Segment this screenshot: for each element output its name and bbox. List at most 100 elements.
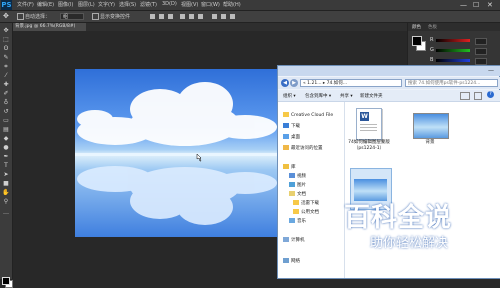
lasso-tool-icon[interactable]: ʘ <box>2 45 10 52</box>
libraries-icon <box>283 164 289 169</box>
image-file-thumbnail <box>354 179 387 201</box>
explorer-minimize-icon[interactable]: — <box>488 67 494 74</box>
menu-window[interactable]: 窗口(W) <box>201 1 220 8</box>
explorer-titlebar: — <box>278 66 500 76</box>
dodge-tool-icon[interactable]: ● <box>2 144 10 151</box>
quick-select-tool-icon[interactable]: ✎ <box>2 54 10 61</box>
tools-panel: ✥ ⬚ ʘ ✎ ⌗ ⁄ ✚ ✐ ♁ ↺ ▭ ▤ ◆ ● ✒ T ➤ ■ ✋ ⚲ … <box>0 23 13 288</box>
menu-file[interactable]: 文件(F) <box>17 1 34 8</box>
document-file-thumbnail[interactable]: W <box>356 108 382 140</box>
brush-tool-icon[interactable]: ✐ <box>2 90 10 97</box>
nav-item-creative-cloud[interactable]: Creative Cloud File <box>283 111 333 120</box>
canvas-image[interactable] <box>75 69 280 237</box>
document-tab[interactable]: 背景.jpg @ 66.7%(RGB/8#) <box>12 23 86 31</box>
search-input[interactable]: 搜索 74.如何使用ps软件-ps1224... <box>405 79 498 87</box>
healing-brush-tool-icon[interactable]: ✚ <box>2 81 10 88</box>
view-options-icon[interactable] <box>460 92 470 100</box>
nav-label: 视频 <box>297 174 306 179</box>
nav-item-computer[interactable]: 计算机 <box>283 236 305 245</box>
type-tool-icon[interactable]: T <box>2 162 10 169</box>
nav-label: 下载 <box>291 124 300 129</box>
eraser-tool-icon[interactable]: ▭ <box>2 117 10 124</box>
menu-type[interactable]: 文字(Y) <box>98 1 115 8</box>
menu-select[interactable]: 选择(S) <box>119 1 136 8</box>
nav-item-public-documents[interactable]: 公用文档 <box>293 208 319 217</box>
move-tool-icon[interactable]: ✥ <box>3 13 13 20</box>
blur-tool-icon[interactable]: ◆ <box>2 135 10 142</box>
eyedropper-tool-icon[interactable]: ⁄ <box>2 72 10 79</box>
show-transform-checkbox[interactable] <box>92 13 99 20</box>
nav-item-documents[interactable]: 文档 <box>289 190 306 199</box>
include-in-library-button[interactable]: 包含到库中 ▾ <box>305 93 331 99</box>
address-bar[interactable]: « 1.21... ▸ 74.如何... <box>300 79 402 87</box>
folder-icon <box>293 209 299 214</box>
preview-pane-icon[interactable] <box>474 92 482 100</box>
menu-edit[interactable]: 编辑(E) <box>37 1 54 8</box>
new-folder-button[interactable]: 新建文件夹 <box>360 93 383 99</box>
slider-r[interactable] <box>436 39 470 42</box>
zoom-tool-icon[interactable]: ⚲ <box>2 198 10 205</box>
folder-icon <box>283 112 289 117</box>
nav-label: 桌面 <box>291 135 300 140</box>
menu-filter[interactable]: 滤镜(T) <box>140 1 157 8</box>
align-icons[interactable] <box>150 14 240 19</box>
auto-select-checkbox[interactable] <box>17 13 24 20</box>
minimize-icon[interactable]: — <box>460 1 467 9</box>
value-field-g[interactable] <box>475 48 487 55</box>
gradient-tool-icon[interactable]: ▤ <box>2 126 10 133</box>
nav-label: Creative Cloud File <box>291 113 334 118</box>
nav-item-xunlei-downloads[interactable]: 迅雷下载 <box>293 199 319 208</box>
menu-image[interactable]: 图像(I) <box>58 1 73 8</box>
forward-button-icon[interactable]: ▶ <box>290 79 298 87</box>
history-brush-tool-icon[interactable]: ↺ <box>2 108 10 115</box>
photoshop-logo-icon: PS <box>1 0 12 10</box>
value-field-r[interactable] <box>475 38 487 45</box>
nav-item-recent-places[interactable]: 最近访问的位置 <box>283 144 323 153</box>
align-buttons[interactable] <box>150 14 240 19</box>
pen-tool-icon[interactable]: ✒ <box>2 153 10 160</box>
tab-swatches[interactable]: 色板 <box>428 24 437 30</box>
menu-layer[interactable]: 图层(L) <box>78 1 95 8</box>
menu-bar: PS 文件(F) 编辑(E) 图像(I) 图层(L) 文字(Y) 选择(S) 滤… <box>0 0 500 11</box>
recent-places-icon <box>283 145 289 150</box>
share-button[interactable]: 共享 ▾ <box>340 93 353 99</box>
nav-item-desktop[interactable]: 桌面 <box>283 133 300 142</box>
nav-label: 计算机 <box>291 238 305 243</box>
hand-tool-icon[interactable]: ✋ <box>2 189 10 196</box>
shape-tool-icon[interactable]: ■ <box>2 180 10 187</box>
path-select-tool-icon[interactable]: ➤ <box>2 171 10 178</box>
file-name-image[interactable]: 背景 <box>413 140 447 146</box>
more-tools-icon[interactable]: … <box>2 209 10 216</box>
crop-tool-icon[interactable]: ⌗ <box>2 63 10 70</box>
nav-item-downloads[interactable]: 下载 <box>283 122 300 131</box>
nav-item-videos[interactable]: 视频 <box>289 172 306 181</box>
nav-item-network[interactable]: 网络 <box>283 257 300 266</box>
value-field-b[interactable] <box>475 58 487 65</box>
tab-color[interactable]: 颜色 <box>412 24 421 30</box>
slider-b[interactable] <box>436 59 470 62</box>
organize-button[interactable]: 组织 ▾ <box>283 93 296 99</box>
nav-item-music[interactable]: 音乐 <box>289 217 306 226</box>
move-tool-icon[interactable]: ✥ <box>2 27 10 34</box>
marquee-tool-icon[interactable]: ⬚ <box>2 36 10 43</box>
music-icon <box>289 218 295 223</box>
clone-stamp-tool-icon[interactable]: ♁ <box>2 99 10 106</box>
auto-select-dropdown[interactable]: 组 <box>60 13 84 20</box>
foreground-color-swatch[interactable] <box>2 277 10 285</box>
close-icon[interactable]: ✕ <box>487 1 493 9</box>
slider-g[interactable] <box>436 49 470 52</box>
menu-view[interactable]: 视图(V) <box>181 1 198 8</box>
folder-icon <box>293 200 299 205</box>
menu-3d[interactable]: 3D(D) <box>162 1 177 7</box>
panel-foreground-swatch[interactable] <box>412 36 422 46</box>
image-file-thumbnail[interactable] <box>413 113 449 139</box>
nav-item-libraries[interactable]: 库 <box>283 163 296 172</box>
menu-help[interactable]: 帮助(H) <box>223 1 241 8</box>
pictures-icon <box>289 182 295 187</box>
nav-item-pictures[interactable]: 图片 <box>289 181 306 190</box>
nav-label: 公用文档 <box>301 210 319 215</box>
help-icon[interactable]: ? <box>487 91 494 98</box>
back-button-icon[interactable]: ◀ <box>281 79 289 87</box>
file-name-document[interactable]: 74如何编辑图层蒙版（ps1224-1） <box>348 140 390 152</box>
maximize-icon[interactable]: ☐ <box>473 1 479 9</box>
